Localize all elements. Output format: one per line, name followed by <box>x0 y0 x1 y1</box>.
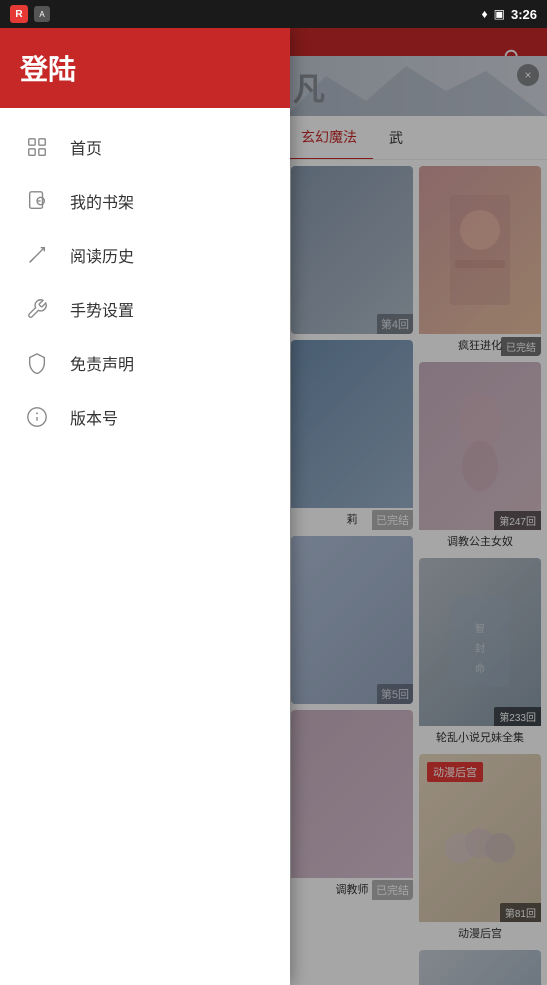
sidebar-header: 登陆 <box>0 28 290 108</box>
sidebar-label-shelf: 我的书架 <box>70 189 134 213</box>
sidebar-label-version: 版本号 <box>70 405 118 429</box>
status-bar: R A ♦ ▣ 3:26 <box>0 0 547 28</box>
sidebar-label-disclaimer: 免责声明 <box>70 351 134 375</box>
grid-icon <box>24 134 50 160</box>
app-icon-a: A <box>34 6 50 22</box>
sidebar-label-history: 阅读历史 <box>70 243 134 267</box>
status-right: ♦ ▣ 3:26 <box>482 7 538 22</box>
sidebar-title: 登陆 <box>20 48 76 88</box>
dim-overlay[interactable] <box>290 28 547 985</box>
book-icon <box>24 188 50 214</box>
sidebar-label-home: 首页 <box>70 135 102 159</box>
pen-icon <box>24 242 50 268</box>
shield-icon <box>24 350 50 376</box>
time-display: 3:26 <box>511 7 537 22</box>
signal-icon: ▣ <box>494 7 505 21</box>
wrench-icon <box>24 296 50 322</box>
sidebar-menu: 首页 我的书架 阅读历史 <box>0 108 290 456</box>
sidebar-item-gesture[interactable]: 手势设置 <box>0 282 290 336</box>
sidebar-item-home[interactable]: 首页 <box>0 120 290 174</box>
app-icon-r: R <box>10 5 28 23</box>
sidebar: 登陆 首页 我的书架 <box>0 28 290 985</box>
sidebar-label-gesture: 手势设置 <box>70 297 134 321</box>
sidebar-item-disclaimer[interactable]: 免责声明 <box>0 336 290 390</box>
status-left: R A <box>10 5 50 23</box>
wifi-icon: ♦ <box>482 7 488 21</box>
info-icon <box>24 404 50 430</box>
sidebar-item-history[interactable]: 阅读历史 <box>0 228 290 282</box>
sidebar-item-version[interactable]: 版本号 <box>0 390 290 444</box>
sidebar-item-shelf[interactable]: 我的书架 <box>0 174 290 228</box>
